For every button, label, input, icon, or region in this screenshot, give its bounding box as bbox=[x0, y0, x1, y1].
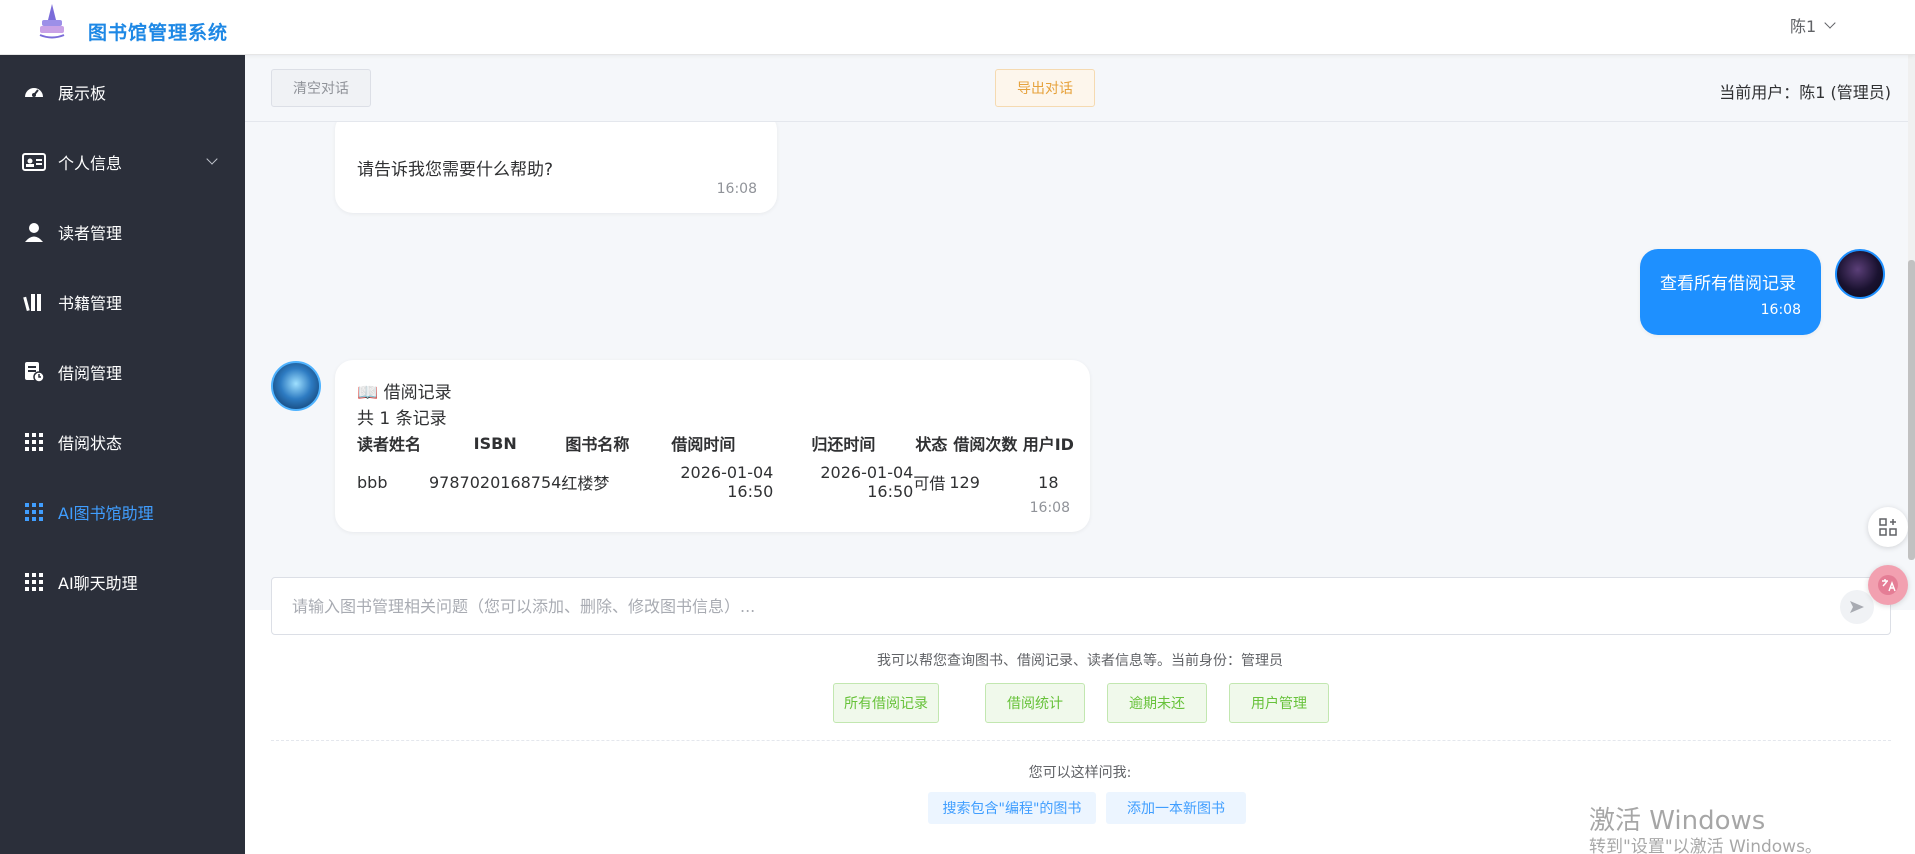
grid-icon bbox=[22, 570, 46, 594]
sidebar-item-label: AI图书馆助理 bbox=[58, 504, 154, 523]
message-time: 16:08 bbox=[716, 181, 757, 197]
sidebar-item-profile[interactable]: 个人信息 bbox=[0, 136, 245, 188]
sidebar-item-label: AI聊天助理 bbox=[58, 574, 138, 593]
suggestion-add-book[interactable]: 添加一本新图书 bbox=[1106, 792, 1246, 824]
table-cell: 2026-01-04 16:50 bbox=[680, 463, 774, 501]
quick-action-all-records[interactable]: 所有借阅记录 bbox=[833, 683, 939, 723]
sidebar-item-label: 借阅管理 bbox=[58, 364, 123, 383]
send-icon bbox=[1850, 601, 1864, 613]
top-header: 图书馆管理系统 陈1 bbox=[0, 0, 1915, 55]
user-avatar bbox=[1835, 249, 1885, 299]
bot-message-borrow-records: 📖 借阅记录 共 1 条记录 读者姓名 ISBN 图书名称 借阅时间 归还时间 … bbox=[335, 360, 1090, 532]
apps-float-button[interactable] bbox=[1868, 507, 1908, 547]
clear-chat-button[interactable]: 清空对话 bbox=[271, 69, 371, 107]
dashboard-icon bbox=[22, 80, 46, 104]
chevron-down-icon bbox=[206, 153, 218, 165]
sidebar-item-books[interactable]: 书籍管理 bbox=[0, 276, 245, 328]
app-title: 图书馆管理系统 bbox=[88, 22, 229, 44]
quick-action-user-management[interactable]: 用户管理 bbox=[1229, 683, 1329, 723]
chat-input-box bbox=[271, 577, 1891, 635]
export-chat-button[interactable]: 导出对话 bbox=[995, 69, 1095, 107]
sidebar-item-label: 个人信息 bbox=[58, 154, 123, 173]
column-header: 归还时间 bbox=[811, 435, 876, 454]
table-cell: 2026-01-04 16:50 bbox=[820, 463, 914, 501]
message-time: 16:08 bbox=[1029, 500, 1070, 516]
grid-icon bbox=[22, 500, 46, 524]
user-icon bbox=[22, 220, 46, 244]
windows-activation-subtext: 转到"设置"以激活 Windows。 bbox=[1589, 837, 1822, 854]
message-time: 16:08 bbox=[1760, 302, 1801, 318]
chevron-down-icon bbox=[1824, 17, 1836, 29]
example-questions-label: 您可以这样问我: bbox=[1028, 765, 1132, 781]
books-icon bbox=[22, 290, 46, 314]
sidebar-item-borrow-status[interactable]: 借阅状态 bbox=[0, 416, 245, 468]
chat-input[interactable] bbox=[272, 578, 1832, 634]
borrow-icon bbox=[22, 360, 46, 384]
sidebar-item-label: 借阅状态 bbox=[58, 434, 123, 453]
scrollbar[interactable] bbox=[1908, 55, 1915, 560]
send-button[interactable] bbox=[1840, 590, 1874, 624]
scrollbar-thumb[interactable] bbox=[1908, 260, 1915, 560]
column-header: 借阅次数 bbox=[953, 435, 1018, 454]
bot-avatar bbox=[271, 361, 321, 411]
library-logo-icon bbox=[39, 4, 65, 39]
sidebar-item-label: 展示板 bbox=[58, 84, 107, 103]
table-cell: 红楼梦 bbox=[561, 474, 610, 493]
records-table: 读者姓名 ISBN 图书名称 借阅时间 归还时间 状态 借阅次数 用户ID bb… bbox=[357, 428, 1075, 506]
column-header: ISBN bbox=[473, 433, 517, 453]
table-cell: 129 bbox=[949, 472, 980, 492]
table-header-row: 读者姓名 ISBN 图书名称 借阅时间 归还时间 状态 借阅次数 用户ID bbox=[357, 428, 1075, 458]
suggestion-search-programming[interactable]: 搜索包含"编程"的图书 bbox=[928, 792, 1096, 824]
grid-icon bbox=[22, 430, 46, 454]
chat-toolbar: 清空对话 导出对话 当前用户：陈1 (管理员) bbox=[245, 55, 1915, 122]
column-header: 借阅时间 bbox=[671, 435, 736, 454]
sidebar-item-dashboard[interactable]: 展示板 bbox=[0, 66, 245, 118]
table-row: bbb 9787020168754 红楼梦 2026-01-04 16:50 2… bbox=[357, 458, 1075, 506]
sidebar-item-label: 读者管理 bbox=[58, 224, 123, 243]
user-dropdown[interactable]: 陈1 bbox=[1790, 13, 1836, 37]
column-header: 用户ID bbox=[1022, 435, 1074, 454]
sidebar-item-readers[interactable]: 读者管理 bbox=[0, 206, 245, 258]
assistant-hint: 我可以帮您查询图书、借阅记录、读者信息等。当前身份：管理员 bbox=[877, 653, 1283, 669]
translate-icon bbox=[1878, 575, 1898, 595]
column-header: 状态 bbox=[915, 435, 948, 454]
chat-messages[interactable]: 请告诉我您需要什么帮助? 16:08 查看所有借阅记录 16:08 📖 借阅记录… bbox=[245, 122, 1915, 610]
bot-message: 请告诉我您需要什么帮助? 16:08 bbox=[335, 122, 777, 213]
divider bbox=[271, 740, 1891, 741]
user-message: 查看所有借阅记录 16:08 bbox=[1640, 249, 1821, 335]
sidebar-item-label: 书籍管理 bbox=[58, 294, 123, 313]
sidebar: 展示板 个人信息 读者管理 书籍管理 借阅管理 借阅状态 AI图书馆助理 AI聊… bbox=[0, 55, 245, 854]
table-cell: 可借 bbox=[913, 474, 946, 493]
user-name: 陈1 bbox=[1790, 17, 1817, 36]
current-user-label: 当前用户：陈1 (管理员) bbox=[1719, 83, 1891, 102]
message-text: 请告诉我您需要什么帮助? bbox=[357, 160, 554, 180]
quick-action-overdue[interactable]: 逾期未还 bbox=[1107, 683, 1207, 723]
sidebar-item-borrow[interactable]: 借阅管理 bbox=[0, 346, 245, 398]
quick-action-statistics[interactable]: 借阅统计 bbox=[985, 683, 1085, 723]
message-text: 查看所有借阅记录 bbox=[1660, 274, 1796, 294]
records-title: 📖 借阅记录 bbox=[357, 383, 452, 403]
sidebar-item-ai-chat-assistant[interactable]: AI聊天助理 bbox=[0, 556, 245, 608]
id-card-icon bbox=[22, 150, 46, 174]
column-header: 图书名称 bbox=[565, 435, 630, 454]
table-cell: 9787020168754 bbox=[429, 472, 562, 492]
apps-icon bbox=[1879, 518, 1897, 536]
sidebar-item-ai-library-assistant[interactable]: AI图书馆助理 bbox=[0, 486, 245, 538]
translate-float-button[interactable] bbox=[1868, 565, 1908, 605]
records-count: 共 1 条记录 bbox=[357, 409, 447, 429]
quick-actions: 所有借阅记录 借阅统计 逾期未还 用户管理 bbox=[245, 683, 1915, 723]
table-cell: bbb bbox=[357, 472, 388, 492]
main-panel: 清空对话 导出对话 当前用户：陈1 (管理员) 请告诉我您需要什么帮助? 16:… bbox=[245, 55, 1915, 854]
column-header: 读者姓名 bbox=[357, 435, 422, 454]
table-cell: 18 bbox=[1038, 472, 1059, 492]
